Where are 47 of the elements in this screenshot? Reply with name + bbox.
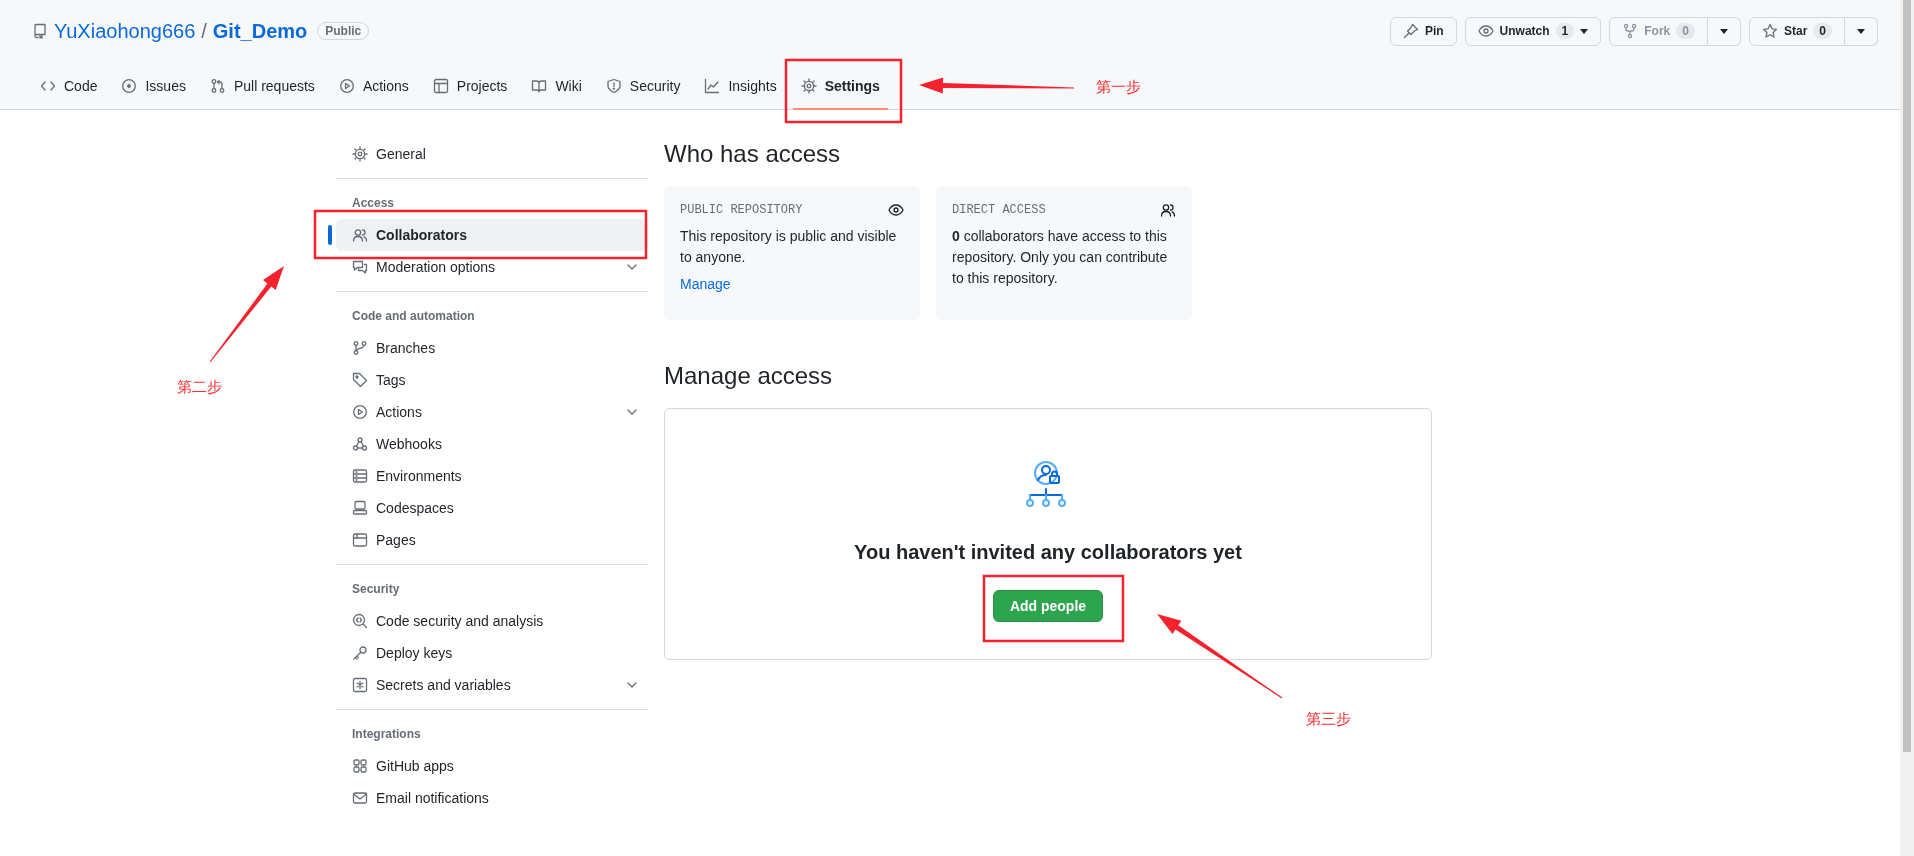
step-label: 第一步 <box>1096 78 1141 97</box>
repo-tab[interactable]: Settings <box>792 62 888 110</box>
repo-action-button[interactable]: Star 0 <box>1748 16 1845 46</box>
repo-tab[interactable]: Wiki <box>523 62 590 110</box>
sidebar-heading: Access <box>351 195 396 212</box>
repo-tab[interactable]: Pull requests <box>201 62 323 110</box>
sidebar-item[interactable]: Branches <box>336 332 648 364</box>
sidebar-item[interactable]: Moderation options <box>336 251 648 283</box>
repo-tab[interactable]: Actions <box>330 62 417 110</box>
sidebar-item[interactable]: Tags <box>336 364 648 396</box>
card-label: DIRECT ACCESS <box>952 203 1046 217</box>
card-text: 0 collaborators have access to this repository. Only you can contribute to this repository. <box>952 227 1169 288</box>
sidebar-heading: Integrations <box>351 726 422 743</box>
section-title: Manage access <box>664 361 834 391</box>
section-title: Who has access <box>664 139 842 169</box>
repo-tab[interactable]: Security <box>597 62 689 110</box>
sidebar-item[interactable]: Pages <box>336 524 648 556</box>
sidebar-item[interactable]: Webhooks <box>336 428 648 460</box>
card-text: This repository is public and visible to anyone. <box>680 227 898 267</box>
repo-action-button[interactable]: Unwatch 1 <box>1464 16 1602 46</box>
sidebar-item[interactable]: Actions <box>336 396 648 428</box>
sidebar-item[interactable]: Deploy keys <box>336 637 648 669</box>
repo-tab[interactable]: Insights <box>696 62 785 110</box>
counter: 0 <box>1676 23 1695 39</box>
repo-tab[interactable]: Code <box>32 62 106 110</box>
counter: 0 <box>1813 23 1832 39</box>
sidebar-item[interactable]: Codespaces <box>336 492 648 524</box>
sidebar-item[interactable]: General <box>336 138 648 170</box>
counter: 1 <box>1555 23 1575 39</box>
owner-link[interactable]: YuXiaohong666 <box>54 19 196 43</box>
card-label: PUBLIC REPOSITORY <box>680 203 803 217</box>
sidebar-item[interactable]: Environments <box>336 460 648 492</box>
path-separator: / <box>201 19 207 43</box>
step-label: 第二步 <box>177 378 222 397</box>
repository-name-link[interactable]: Git_Demo <box>212 19 308 43</box>
sidebar-item[interactable]: GitHub apps <box>336 750 648 782</box>
repo-tab[interactable]: Issues <box>113 62 194 110</box>
repo-tab[interactable]: Projects <box>424 62 516 110</box>
empty-state-message: You haven't invited any collaborators yet <box>854 541 1242 564</box>
manage-link[interactable]: Manage <box>680 276 731 292</box>
sidebar-item[interactable]: Secrets and variables <box>336 669 648 701</box>
sidebar-heading: Security <box>351 581 401 598</box>
sidebar-item[interactable]: Email notifications <box>336 782 648 814</box>
sidebar-heading: Code and automation <box>351 308 476 325</box>
sidebar-item[interactable]: Code security and analysis <box>336 605 648 637</box>
step-label: 第三步 <box>1306 710 1351 729</box>
repo-action-button[interactable]: Pin <box>1389 16 1457 46</box>
